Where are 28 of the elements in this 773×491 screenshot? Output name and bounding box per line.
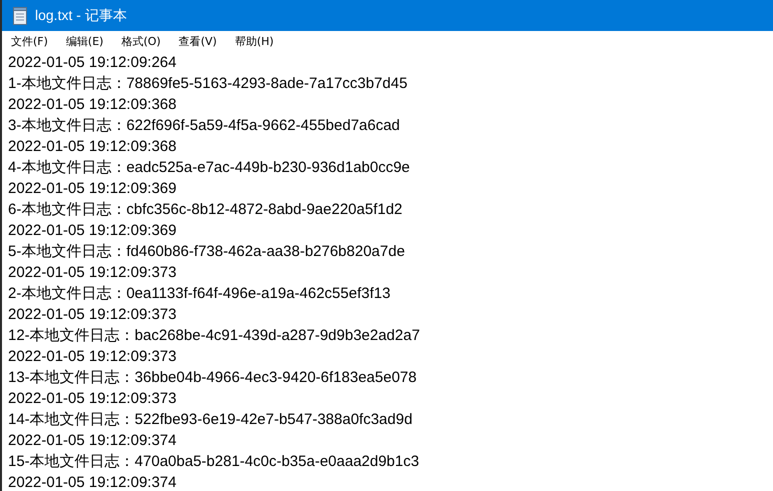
menu-item[interactable]: 查看(V) [178, 34, 217, 49]
text-line: 13-本地文件日志：36bbe04b-4966-4ec3-9420-6f183ea5e078 [8, 368, 418, 388]
menu-item[interactable]: 帮助(H) [234, 34, 274, 49]
notepad-icon [13, 6, 27, 24]
text-line: 2022-01-05 19:12:09:368 [8, 95, 178, 115]
text-line: 2022-01-05 19:12:09:368 [8, 137, 178, 157]
text-line: 4-本地文件日志：eadc525a-e7ac-449b-b230-936d1ab0cc9e [8, 158, 411, 178]
menu-item[interactable]: 编辑(E) [66, 34, 104, 49]
text-line: 12-本地文件日志：bac268be-4c91-439d-a287-9d9b3e2ad2a7 [8, 326, 421, 346]
text-line: 2022-01-05 19:12:09:369 [8, 221, 178, 241]
text-line: 2022-01-05 19:12:09:373 [8, 347, 178, 367]
text-line: 5-本地文件日志：fd460b86-f738-462a-aa38-b276b820a7de [8, 242, 406, 262]
text-line: 14-本地文件日志：522fbe93-6e19-42e7-b547-388a0fc3ad9d [8, 410, 414, 430]
text-line: 2022-01-05 19:12:09:374 [8, 431, 178, 451]
menu-item[interactable]: 文件(F) [11, 34, 48, 49]
window-title: log.txt - 记事本 [35, 6, 127, 24]
text-line: 2022-01-05 19:12:09:373 [8, 305, 178, 325]
text-line: 6-本地文件日志：cbfc356c-8b12-4872-8abd-9ae220a5f1d2 [8, 200, 404, 220]
text-line: 15-本地文件日志：470a0ba5-b281-4c0c-b35a-e0aaa2d9b1c3 [8, 452, 420, 472]
text-line: 2022-01-05 19:12:09:373 [8, 389, 178, 409]
text-line: 2-本地文件日志：0ea1133f-f64f-496e-a19a-462c55ef3f13 [8, 284, 392, 304]
text-line: 2022-01-05 19:12:09:369 [8, 179, 178, 199]
text-line: 1-本地文件日志：78869fe5-5163-4293-8ade-7a17cc3b7d45 [8, 74, 408, 94]
text-line: 2022-01-05 19:12:09:373 [8, 263, 178, 283]
text-line: 2022-01-05 19:12:09:374 [8, 473, 178, 491]
text-line: 2022-01-05 19:12:09:264 [8, 53, 178, 73]
menu-item[interactable]: 格式(O) [121, 34, 161, 49]
text-line: 3-本地文件日志：622f696f-5a59-4f5a-9662-455bed7a6cad [8, 116, 401, 136]
